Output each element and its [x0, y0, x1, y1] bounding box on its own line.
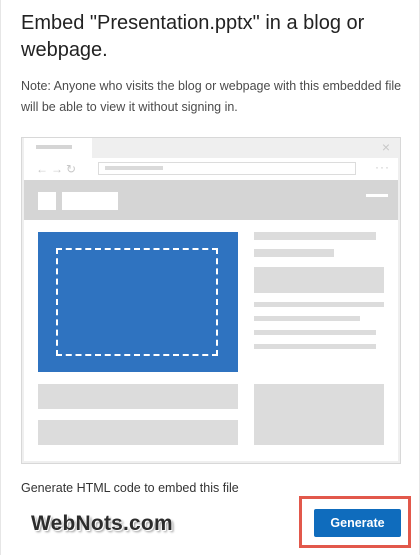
illustration-content-block — [38, 384, 238, 409]
illustration-page-content — [24, 220, 398, 461]
illustration-close-icon: × — [381, 139, 390, 155]
illustration-address-bar — [98, 162, 356, 175]
illustration-hamburger-icon — [366, 194, 388, 197]
illustration-toolbar: ←→↻ ··· — [24, 158, 398, 180]
illustration-slide-frame — [56, 248, 218, 356]
illustration-browser-tab — [24, 138, 92, 158]
embed-illustration: × ←→↻ ··· — [21, 137, 401, 464]
illustration-menu-icon: ··· — [375, 160, 390, 174]
generate-label: Generate HTML code to embed this file — [21, 481, 239, 495]
illustration-text-line — [254, 249, 334, 257]
generate-button[interactable]: Generate — [314, 509, 401, 537]
illustration-url-line — [105, 166, 163, 170]
embed-dialog: Embed "Presentation.pptx" in a blog or w… — [0, 0, 420, 555]
embed-note: Note: Anyone who visits the blog or webp… — [21, 79, 402, 114]
illustration-text-line — [254, 232, 376, 240]
illustration-text-block — [254, 267, 384, 293]
illustration-site-logo — [38, 192, 56, 210]
illustration-embedded-slide — [38, 232, 238, 372]
illustration-site-header — [24, 180, 398, 220]
illustration-site-name — [62, 192, 118, 210]
illustration-sidebar-block — [254, 384, 384, 445]
illustration-text-line — [254, 316, 360, 321]
illustration-tab-line — [36, 145, 72, 149]
illustration-nav-icons: ←→↻ — [36, 162, 80, 176]
illustration-text-line — [254, 330, 376, 335]
illustration-content-block — [38, 420, 238, 445]
webnots-watermark: WebNots.com — [31, 512, 173, 535]
illustration-text-line — [254, 344, 376, 349]
dialog-title: Embed "Presentation.pptx" in a blog or w… — [21, 12, 365, 61]
illustration-text-line — [254, 302, 384, 307]
